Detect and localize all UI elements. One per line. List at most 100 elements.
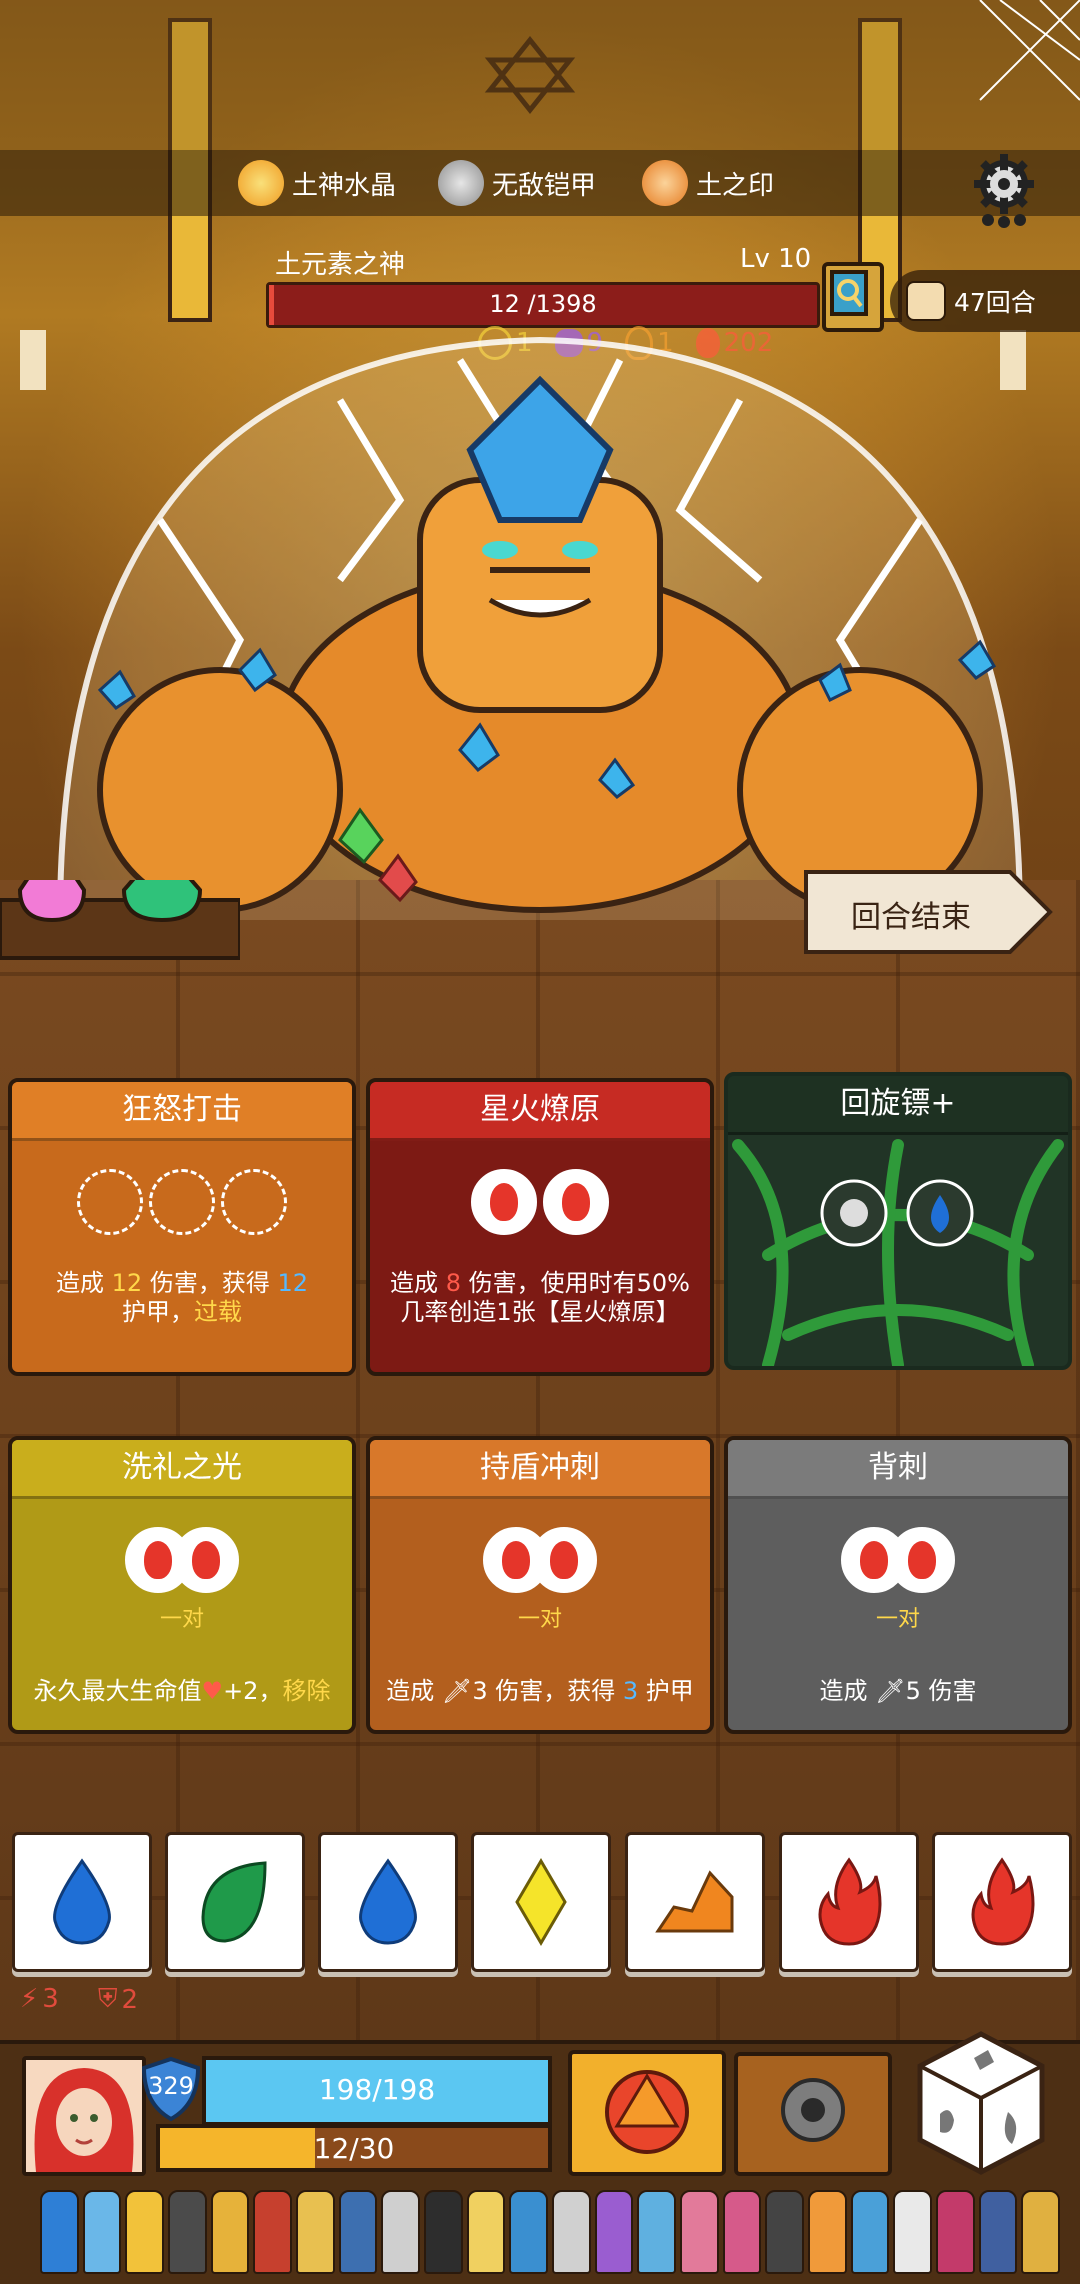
fire-slot[interactable] bbox=[173, 1527, 239, 1593]
relic-item[interactable] bbox=[765, 2190, 805, 2274]
desc-text: 造成 bbox=[386, 1677, 442, 1705]
die-lightning[interactable] bbox=[471, 1832, 611, 1972]
scroll-icon bbox=[906, 281, 946, 321]
fire-icon bbox=[818, 1857, 882, 1946]
player-energy-bar: 12/30 bbox=[156, 2124, 552, 2172]
boss-name: 土元素之神 bbox=[275, 250, 406, 280]
relic-item[interactable] bbox=[296, 2190, 335, 2274]
card-title: 回旋镖+ bbox=[728, 1076, 1068, 1135]
card-spark-prairie[interactable]: 星火燎原 造成 8 伤害，使用时有50%几率创造1张【星火燎原】 bbox=[366, 1078, 714, 1376]
relic-item[interactable] bbox=[936, 2190, 975, 2274]
empty-die-slot[interactable] bbox=[221, 1169, 287, 1235]
relic-item[interactable] bbox=[808, 2190, 847, 2274]
empty-die-slot[interactable] bbox=[149, 1169, 215, 1235]
card-title: 狂怒打击 bbox=[12, 1082, 352, 1141]
defense-stat: ⛨ 2 bbox=[98, 1984, 138, 2015]
card-shield-charge[interactable]: 持盾冲刺 一对 造成 🗡3 伤害，获得 3 护甲 bbox=[366, 1436, 714, 1734]
card-title: 背刺 bbox=[728, 1440, 1068, 1499]
shield-heart-icon: ⛨ bbox=[98, 1984, 118, 2014]
locked-skill-button[interactable] bbox=[734, 2052, 892, 2176]
desc-text: 伤害，获得 bbox=[142, 1269, 278, 1297]
earth-crystal-icon bbox=[238, 160, 284, 206]
card-description: 造成 🗡3 伤害，获得 3 护甲 bbox=[370, 1633, 710, 1706]
end-turn-button[interactable]: 回合结束 bbox=[800, 866, 1056, 958]
relic-item[interactable] bbox=[82, 2190, 122, 2274]
dice-deck-icon[interactable] bbox=[912, 2028, 1050, 2178]
card-rage-strike[interactable]: 狂怒打击 造成 12 伤害，获得 12 护甲，过载 bbox=[8, 1078, 356, 1376]
relic-inventory bbox=[40, 2190, 1061, 2276]
relic-item[interactable] bbox=[338, 2190, 378, 2274]
relic-item[interactable] bbox=[552, 2190, 591, 2274]
relic-item[interactable] bbox=[893, 2190, 933, 2274]
card-baptism-light[interactable]: 洗礼之光 一对 永久最大生命值♥+2，移除 bbox=[8, 1436, 356, 1734]
avatar bbox=[26, 2060, 142, 2172]
earth-god-boss[interactable] bbox=[40, 320, 1040, 940]
relic-item[interactable] bbox=[1021, 2190, 1061, 2274]
die-water[interactable] bbox=[318, 1832, 458, 1972]
relic-label: 无敌铠甲 bbox=[492, 170, 597, 201]
die-leaf[interactable] bbox=[165, 1832, 305, 1972]
card-description: 造成 8 伤害，使用时有50%几率创造1张【星火燎原】 bbox=[370, 1241, 710, 1327]
relic-item[interactable] bbox=[722, 2190, 762, 2274]
relic-item[interactable] bbox=[680, 2190, 719, 2274]
relic-item[interactable] bbox=[210, 2190, 250, 2274]
player-hp-bar: 198/198 bbox=[202, 2056, 552, 2126]
relic-item[interactable] bbox=[253, 2190, 293, 2274]
fire-slot[interactable] bbox=[543, 1169, 609, 1235]
fire-slot[interactable] bbox=[531, 1527, 597, 1593]
heart-icon: ♥ bbox=[201, 1677, 224, 1705]
relic-item[interactable] bbox=[381, 2190, 421, 2274]
fire-icon bbox=[550, 1541, 578, 1579]
desc-keyword: 过载 bbox=[194, 1298, 242, 1326]
player-portrait[interactable] bbox=[22, 2056, 146, 2176]
lightning-diamond-icon bbox=[515, 1858, 567, 1946]
d20-skill-button[interactable] bbox=[568, 2050, 726, 2176]
fire-slot[interactable] bbox=[471, 1169, 537, 1235]
fire-slot[interactable] bbox=[889, 1527, 955, 1593]
card-slots bbox=[12, 1169, 352, 1241]
desc-text: 护甲， bbox=[122, 1298, 194, 1326]
end-turn-label: 回合结束 bbox=[851, 900, 971, 935]
pair-label: 一对 bbox=[159, 1607, 204, 1632]
relic-item[interactable] bbox=[509, 2190, 549, 2274]
relic-earth-seal[interactable]: 土之印 bbox=[642, 158, 774, 208]
relic-item[interactable] bbox=[466, 2190, 506, 2274]
relic-item[interactable] bbox=[637, 2190, 677, 2274]
die-earth[interactable] bbox=[625, 1832, 765, 1972]
relic-armor[interactable]: 无敌铠甲 bbox=[438, 158, 596, 208]
settings-gear-icon[interactable] bbox=[958, 150, 1050, 230]
round-text: 47回合 bbox=[954, 288, 1036, 317]
card-boomerang-plus[interactable]: 回旋镖+ bbox=[724, 1072, 1072, 1370]
player-energy-text: 12/30 bbox=[313, 2132, 395, 2165]
sword-icon: 🗡 bbox=[875, 1677, 906, 1705]
card-title: 洗礼之光 bbox=[12, 1440, 352, 1499]
card-backstab[interactable]: 背刺 一对 造成 🗡5 伤害 bbox=[724, 1436, 1072, 1734]
desc-armor: 3 bbox=[622, 1677, 639, 1705]
fire-icon bbox=[144, 1541, 172, 1579]
relic-item[interactable] bbox=[594, 2190, 634, 2274]
fire-icon bbox=[562, 1183, 590, 1221]
leaf-icon bbox=[201, 1861, 267, 1943]
desc-keyword: 移除 bbox=[282, 1677, 331, 1705]
relic-item[interactable] bbox=[424, 2190, 463, 2274]
relic-item[interactable] bbox=[978, 2190, 1018, 2274]
die-fire[interactable] bbox=[779, 1832, 919, 1972]
magnifier-icon bbox=[830, 270, 868, 316]
die-water[interactable] bbox=[12, 1832, 152, 1972]
desc-damage: 5 bbox=[905, 1677, 921, 1705]
relic-item[interactable] bbox=[40, 2190, 79, 2274]
relic-earth-crystal[interactable]: 土神水晶 bbox=[238, 158, 396, 208]
fire-icon bbox=[971, 1857, 1035, 1946]
potion-pink-icon[interactable] bbox=[17, 880, 87, 923]
desc-text: 护甲 bbox=[638, 1677, 694, 1705]
relic-item[interactable] bbox=[168, 2190, 207, 2274]
strength-stat: ⚡ 3 bbox=[20, 1984, 59, 2014]
die-fire[interactable] bbox=[932, 1832, 1072, 1972]
empty-die-slot[interactable] bbox=[77, 1169, 143, 1235]
potion-green-icon[interactable] bbox=[121, 880, 203, 923]
desc-damage: 8 bbox=[445, 1269, 461, 1297]
desc-text: 伤害，获得 bbox=[487, 1677, 623, 1705]
relic-item[interactable] bbox=[850, 2190, 890, 2274]
strength-icon: ⚡ bbox=[20, 1984, 39, 2014]
relic-item[interactable] bbox=[125, 2190, 165, 2274]
